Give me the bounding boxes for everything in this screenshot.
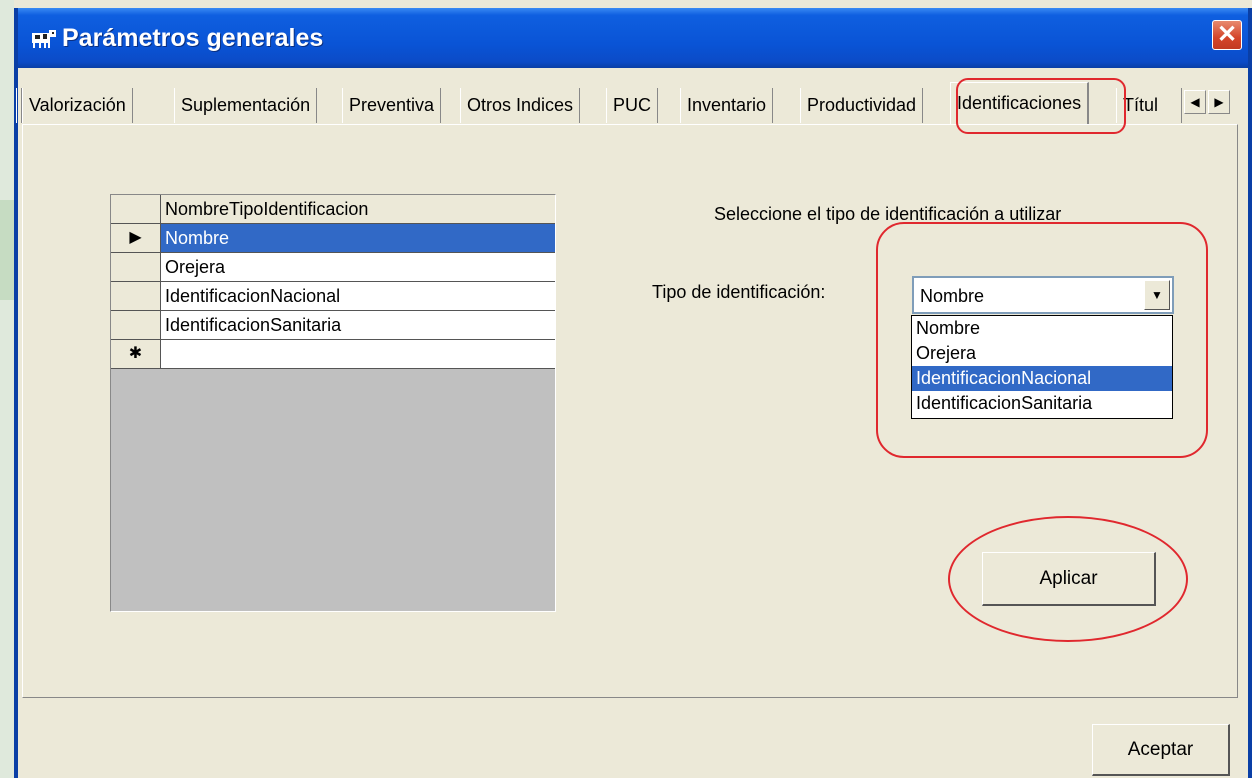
tab-productividad[interactable]: Productividad: [800, 88, 924, 123]
cow-icon: [32, 30, 56, 48]
dropdown-option[interactable]: IdentificacionSanitaria: [912, 391, 1172, 416]
grid-cell[interactable]: Nombre: [161, 224, 555, 253]
dialog-window: Parámetros generales ✕ Valorización Supl…: [14, 8, 1252, 778]
new-record-icon[interactable]: ✱: [111, 340, 161, 369]
tab-otros-indices[interactable]: Otros Indices: [460, 88, 581, 123]
table-row[interactable]: IdentificacionNacional: [111, 282, 555, 311]
grid-header-row: NombreTipoIdentificacion: [111, 195, 555, 224]
tab-inventario[interactable]: Inventario: [680, 88, 774, 123]
tab-titulos[interactable]: Títul: [1116, 88, 1182, 123]
identification-type-label: Tipo de identificación:: [652, 282, 826, 302]
close-button[interactable]: ✕: [1212, 20, 1242, 50]
background-strip: [0, 0, 14, 778]
grid-column-header[interactable]: NombreTipoIdentificacion: [161, 195, 555, 224]
chevron-down-icon: ▼: [1151, 288, 1163, 302]
window-title: Parámetros generales: [62, 24, 324, 52]
accept-button[interactable]: Aceptar: [1092, 724, 1230, 776]
tab-identificaciones[interactable]: Identificaciones: [950, 82, 1090, 125]
dropdown-option-highlighted[interactable]: IdentificacionNacional: [912, 366, 1172, 391]
tab-suplementacion[interactable]: Suplementación: [174, 88, 318, 123]
grid-cell[interactable]: Orejera: [161, 253, 555, 282]
background-decoration: [0, 0, 14, 778]
tab-puc[interactable]: PUC: [606, 88, 659, 123]
grid-corner-cell[interactable]: [111, 195, 161, 224]
grid-cell[interactable]: [161, 340, 555, 369]
new-record-row[interactable]: ✱: [111, 340, 555, 369]
title-bar[interactable]: Parámetros generales ✕: [18, 8, 1248, 68]
table-row[interactable]: IdentificacionSanitaria: [111, 311, 555, 340]
arrow-left-icon: ◀: [1190, 95, 1200, 109]
tab-scroll-left-button[interactable]: ◀: [1184, 90, 1206, 114]
arrow-right-icon: ▶: [1214, 95, 1224, 109]
row-selector[interactable]: [111, 311, 161, 340]
current-row-icon[interactable]: ▶: [111, 224, 161, 253]
dropdown-option[interactable]: Orejera: [912, 341, 1172, 366]
identification-type-select[interactable]: Nombre ▼: [912, 276, 1174, 314]
selection-prompt: Seleccione el tipo de identificación a u…: [714, 204, 1062, 224]
table-row[interactable]: ▶ Nombre: [111, 224, 555, 253]
tab-scroll-right-button[interactable]: ▶: [1208, 90, 1230, 114]
identification-types-grid[interactable]: NombreTipoIdentificacion ▶ Nombre Orejer…: [110, 194, 556, 612]
table-row[interactable]: Orejera: [111, 253, 555, 282]
apply-button[interactable]: Aplicar: [982, 552, 1156, 606]
tab-preventiva[interactable]: Preventiva: [342, 88, 442, 123]
dropdown-option[interactable]: Nombre: [912, 316, 1172, 341]
row-selector[interactable]: [111, 282, 161, 311]
dropdown-button[interactable]: ▼: [1144, 280, 1170, 310]
row-selector[interactable]: [111, 253, 161, 282]
tab-valorizacion[interactable]: Valorización: [22, 88, 133, 123]
tab-strip: Valorización Suplementación Preventiva O…: [16, 78, 1248, 125]
close-icon: ✕: [1216, 21, 1238, 48]
grid-cell[interactable]: IdentificacionNacional: [161, 282, 555, 311]
dropdown-list[interactable]: Nombre Orejera IdentificacionNacional Id…: [911, 315, 1173, 419]
combo-value: Nombre: [920, 286, 985, 306]
grid-cell[interactable]: IdentificacionSanitaria: [161, 311, 555, 340]
